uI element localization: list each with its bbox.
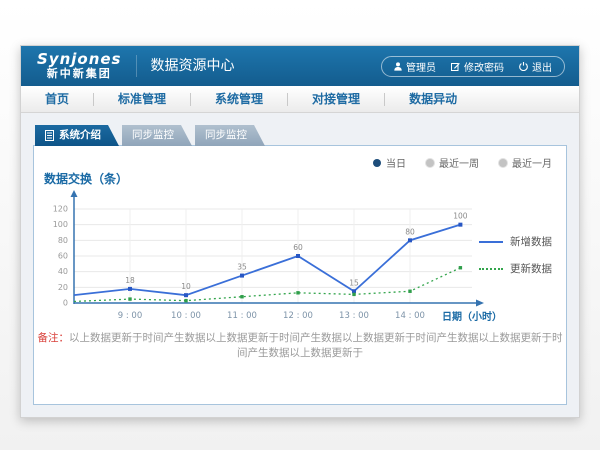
nav-item-home[interactable]: 首页 bbox=[21, 86, 93, 112]
document-icon bbox=[45, 130, 54, 141]
current-user-label: 管理员 bbox=[406, 59, 436, 74]
filter-option-last-week[interactable]: 最近一周 bbox=[426, 155, 479, 170]
tab-label: 同步监控 bbox=[205, 125, 247, 146]
main-nav: 首页 标准管理 系统管理 对接管理 数据异动 bbox=[21, 86, 579, 113]
tab-label: 同步监控 bbox=[132, 125, 174, 146]
svg-text:9 : 00: 9 : 00 bbox=[118, 311, 143, 321]
svg-text:60: 60 bbox=[293, 243, 303, 252]
app-header: Synjones 新中新集团 数据资源中心 管理员 修改密码 退出 bbox=[21, 46, 579, 86]
logout-label: 退出 bbox=[532, 59, 552, 74]
svg-text:13 : 00: 13 : 00 bbox=[339, 311, 369, 321]
radio-selected-icon bbox=[373, 159, 381, 167]
filter-label: 当日 bbox=[386, 155, 406, 170]
filter-label: 最近一月 bbox=[512, 155, 552, 170]
footnote-prefix: 备注： bbox=[38, 332, 70, 344]
footnote-text: 以上数据更新于时间产生数据以上数据更新于时间产生数据以上数据更新于时间产生数据以… bbox=[69, 332, 563, 359]
app-window: Synjones 新中新集团 数据资源中心 管理员 修改密码 退出 首页 标准管… bbox=[20, 45, 580, 418]
change-password-button[interactable]: 修改密码 bbox=[451, 59, 504, 74]
line-chart-svg: 0 20 40 60 80 100 120 9 : 00 10 : 00 11 : 00 12 : … bbox=[44, 188, 506, 330]
svg-text:40: 40 bbox=[58, 267, 68, 276]
svg-text:120: 120 bbox=[53, 205, 68, 214]
filter-option-today[interactable]: 当日 bbox=[373, 155, 406, 170]
legend-item-new-data[interactable]: 新增数据 bbox=[479, 234, 552, 249]
logo-text-cn: 新中新集团 bbox=[37, 67, 122, 80]
svg-text:12 : 00: 12 : 00 bbox=[283, 311, 313, 321]
logo-text-en: Synjones bbox=[37, 52, 122, 67]
user-icon bbox=[394, 62, 402, 71]
svg-text:日期（小时）: 日期（小时） bbox=[442, 310, 502, 323]
footnote: 备注：以上数据更新于时间产生数据以上数据更新于时间产生数据以上数据更新于时间产生… bbox=[34, 330, 566, 360]
dotted-line-swatch-icon bbox=[479, 268, 503, 270]
tab-system-intro[interactable]: 系统介绍 bbox=[35, 125, 119, 146]
tab-sync-monitor-1[interactable]: 同步监控 bbox=[122, 125, 192, 146]
svg-text:15: 15 bbox=[349, 278, 359, 287]
nav-item-standard-mgmt[interactable]: 标准管理 bbox=[94, 86, 190, 112]
svg-text:14 : 00: 14 : 00 bbox=[395, 311, 425, 321]
radio-unselected-icon bbox=[499, 159, 507, 167]
edit-icon bbox=[451, 62, 460, 71]
filter-label: 最近一周 bbox=[439, 155, 479, 170]
filter-option-last-month[interactable]: 最近一月 bbox=[499, 155, 552, 170]
chart-panel: 当日 最近一周 最近一月 数据交换（条） 0 20 40 60 80 100 120 9 : … bbox=[33, 145, 567, 405]
chart-legend: 新增数据 更新数据 bbox=[479, 234, 552, 276]
legend-item-update-data[interactable]: 更新数据 bbox=[479, 261, 552, 276]
power-icon bbox=[519, 62, 528, 71]
svg-text:11 : 00: 11 : 00 bbox=[227, 311, 257, 321]
page-title: 数据资源中心 bbox=[136, 55, 235, 77]
change-password-label: 修改密码 bbox=[464, 59, 504, 74]
legend-label: 更新数据 bbox=[510, 261, 552, 276]
svg-text:20: 20 bbox=[58, 283, 68, 292]
solid-line-swatch-icon bbox=[479, 241, 503, 243]
radio-unselected-icon bbox=[426, 159, 434, 167]
svg-text:100: 100 bbox=[453, 212, 468, 221]
logout-button[interactable]: 退出 bbox=[519, 59, 552, 74]
svg-text:10: 10 bbox=[181, 282, 191, 291]
current-user[interactable]: 管理员 bbox=[394, 59, 436, 74]
svg-text:18: 18 bbox=[125, 276, 135, 285]
tab-bar: 系统介绍 同步监控 同步监控 bbox=[35, 125, 567, 146]
svg-text:80: 80 bbox=[405, 227, 415, 236]
nav-item-data-change[interactable]: 数据异动 bbox=[385, 86, 481, 112]
tab-label: 系统介绍 bbox=[59, 125, 101, 146]
nav-item-interface-mgmt[interactable]: 对接管理 bbox=[288, 86, 384, 112]
time-range-filters: 当日 最近一周 最近一月 bbox=[373, 155, 552, 170]
nav-item-system-mgmt[interactable]: 系统管理 bbox=[191, 86, 287, 112]
content-area: 系统介绍 同步监控 同步监控 当日 最近一周 bbox=[21, 113, 579, 417]
tab-sync-monitor-2[interactable]: 同步监控 bbox=[195, 125, 265, 146]
company-logo: Synjones 新中新集团 bbox=[21, 52, 136, 80]
svg-text:35: 35 bbox=[237, 263, 247, 272]
legend-label: 新增数据 bbox=[510, 234, 552, 249]
svg-text:60: 60 bbox=[58, 252, 68, 261]
svg-text:100: 100 bbox=[53, 220, 68, 229]
svg-text:80: 80 bbox=[58, 236, 68, 245]
svg-text:10 : 00: 10 : 00 bbox=[171, 311, 201, 321]
user-toolbar: 管理员 修改密码 退出 bbox=[381, 56, 565, 77]
y-axis-title: 数据交换（条） bbox=[44, 170, 128, 187]
svg-text:0: 0 bbox=[63, 299, 68, 308]
